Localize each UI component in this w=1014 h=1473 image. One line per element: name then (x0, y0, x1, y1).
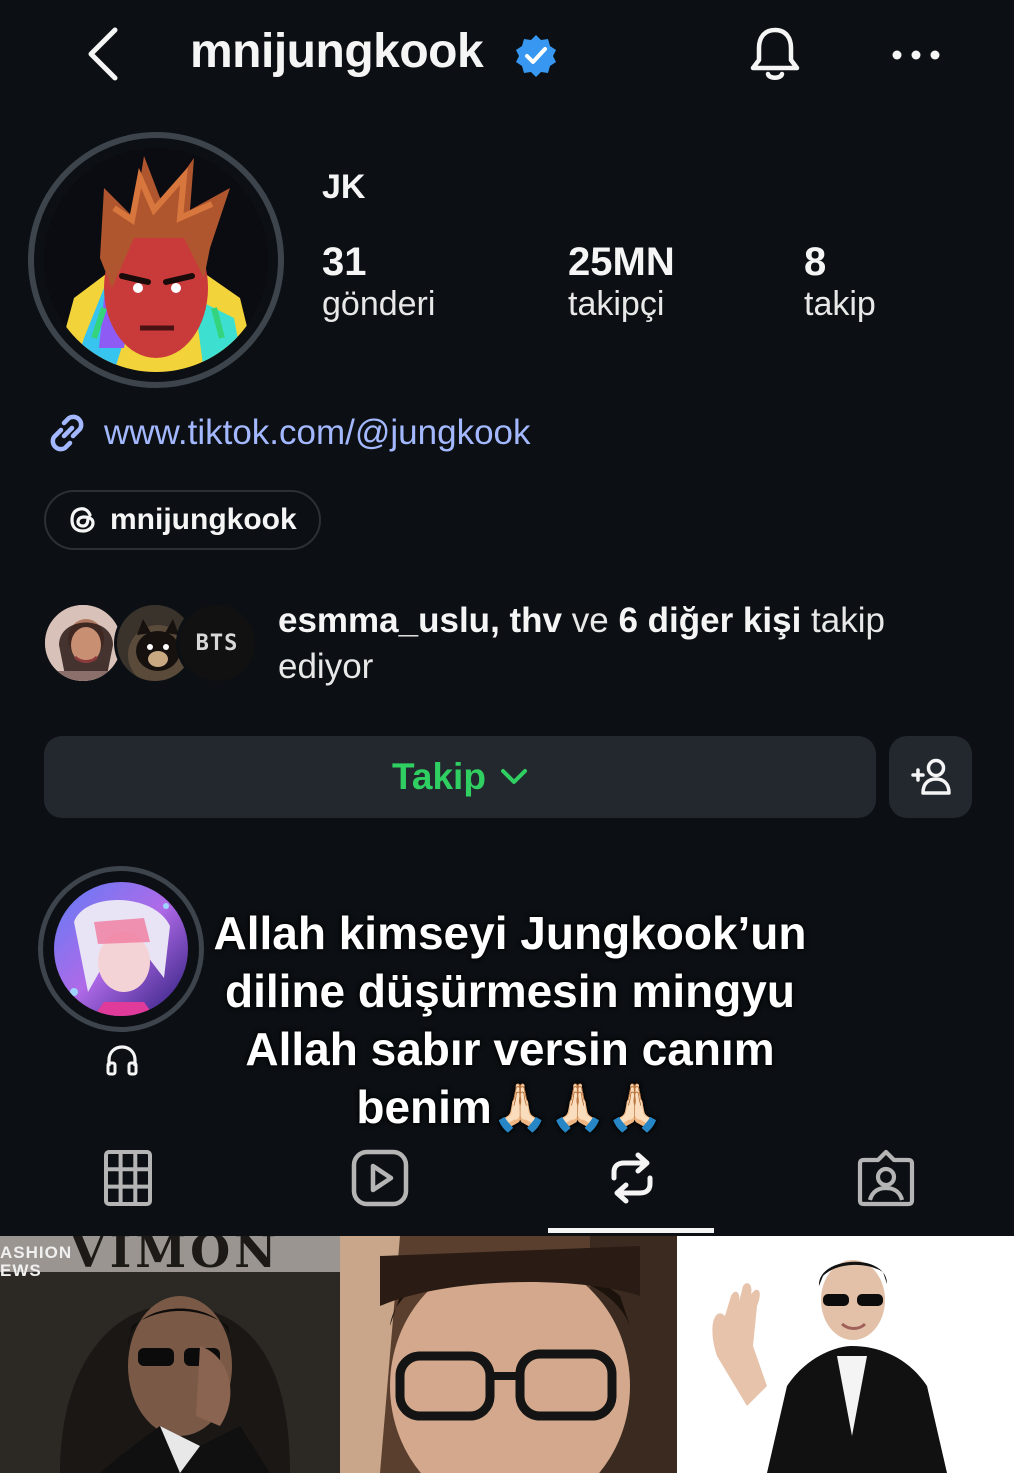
profile-link-text: www.tiktok.com/@jungkook (104, 413, 531, 452)
suggested-users-button[interactable] (889, 736, 972, 818)
mutual-name-1[interactable]: esmma_uslu (278, 601, 490, 640)
link-icon (50, 414, 84, 452)
grid-thumbnail-1[interactable]: ASHION EWS VIMON (0, 1236, 340, 1473)
profile-link[interactable]: www.tiktok.com/@jungkook (44, 410, 531, 456)
following-label: takip (804, 285, 876, 323)
chevron-down-icon (500, 769, 527, 784)
following-button[interactable]: Takip (44, 736, 876, 818)
followers-count: 25MN (568, 240, 675, 284)
following-stat[interactable]: 8 takip (804, 240, 876, 324)
mutual-followers-text[interactable]: esmma_uslu, thv ve 6 diğer kişi takip ed… (278, 598, 978, 690)
tagged-icon (857, 1149, 915, 1207)
chevron-left-icon (88, 27, 118, 81)
grid-icon (104, 1150, 152, 1206)
more-options-button[interactable] (886, 30, 946, 80)
add-user-icon (910, 758, 951, 795)
reposts-icon (611, 1152, 653, 1204)
story-highlight[interactable] (54, 882, 188, 1016)
following-button-label: Takip (392, 756, 486, 797)
followers-label: takipçi (568, 285, 665, 323)
back-button[interactable] (78, 22, 128, 86)
thumbnail-1-backdrop-text: VIMON (70, 1236, 281, 1278)
headphones-icon (100, 1038, 144, 1082)
mutual-and: ve (562, 601, 619, 640)
mutual-avatar-1[interactable] (42, 602, 124, 684)
more-icon (892, 50, 940, 60)
posts-stat[interactable]: 31 gönderi (322, 240, 435, 324)
verified-badge-icon (513, 33, 559, 79)
bts-logo-text: BTS (195, 630, 239, 656)
notifications-button[interactable] (744, 22, 806, 86)
following-count: 8 (804, 240, 827, 284)
followers-stat[interactable]: 25MN takipçi (568, 240, 675, 324)
threads-badge[interactable]: mnijungkook (44, 490, 321, 550)
display-name: JK (322, 168, 366, 206)
tab-reels[interactable] (348, 1146, 412, 1210)
bell-icon (750, 27, 800, 80)
profile-username: mnijungkook (190, 25, 484, 78)
mutual-avatar-3[interactable]: BTS (176, 602, 258, 684)
mutual-name-2[interactable]: thv (510, 601, 563, 640)
reels-icon (351, 1149, 409, 1207)
posts-label: gönderi (322, 285, 436, 323)
posts-count: 31 (322, 240, 367, 284)
tab-posts-grid[interactable] (96, 1146, 160, 1210)
active-tab-indicator (548, 1228, 714, 1233)
mutual-others[interactable]: 6 diğer kişi (618, 601, 801, 640)
grid-thumbnail-3[interactable] (677, 1236, 1014, 1473)
tab-reposts[interactable] (600, 1146, 664, 1210)
tab-tagged[interactable] (854, 1146, 918, 1210)
threads-icon (70, 507, 95, 533)
mutual-separator: , (490, 601, 510, 640)
thumbnail-1-caption: ASHION EWS (0, 1243, 73, 1280)
grid-thumbnail-2[interactable] (340, 1236, 677, 1473)
profile-avatar[interactable] (44, 148, 268, 372)
video-overlay-caption: Allah kimseyi Jungkook’un diline düşürme… (213, 907, 807, 1133)
threads-handle: mnijungkook (110, 503, 297, 536)
